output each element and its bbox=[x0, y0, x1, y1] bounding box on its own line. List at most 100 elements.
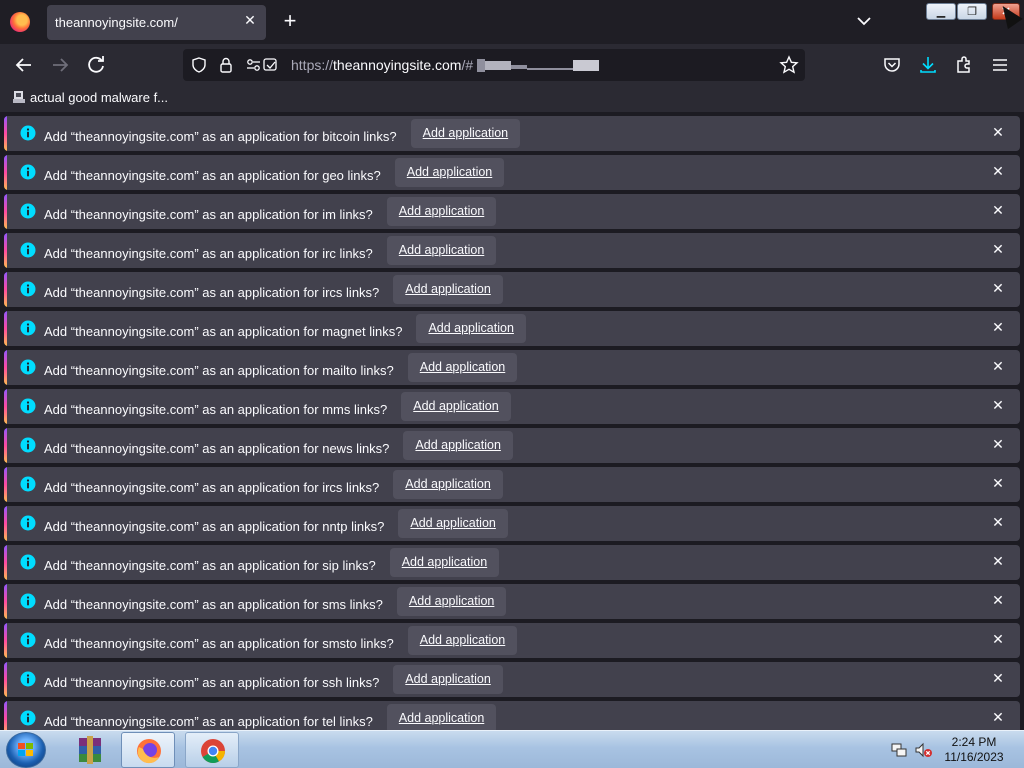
close-icon[interactable]: ✕ bbox=[990, 592, 1006, 610]
close-icon[interactable]: ✕ bbox=[990, 514, 1006, 532]
add-application-button[interactable]: Add application bbox=[386, 197, 497, 226]
pocket-icon[interactable] bbox=[882, 55, 902, 75]
hamburger-menu-icon[interactable] bbox=[990, 55, 1010, 75]
windows-flag-icon bbox=[18, 743, 33, 756]
back-arrow-icon[interactable] bbox=[12, 53, 36, 77]
notification-text: Add “theannoyingsite.com” as an applicat… bbox=[44, 158, 505, 187]
notification-message: Add “theannoyingsite.com” as an applicat… bbox=[44, 518, 385, 534]
notification-bar: Add “theannoyingsite.com” as an applicat… bbox=[4, 428, 1020, 463]
close-icon[interactable]: ✕ bbox=[990, 280, 1006, 298]
close-icon[interactable]: ✕ bbox=[990, 124, 1006, 142]
notification-text: Add “theannoyingsite.com” as an applicat… bbox=[44, 431, 513, 460]
taskbar-firefox[interactable] bbox=[121, 732, 175, 768]
notification-bar: Add “theannoyingsite.com” as an applicat… bbox=[4, 545, 1020, 580]
info-icon bbox=[20, 398, 36, 414]
chevron-down-icon[interactable] bbox=[856, 14, 872, 28]
close-icon[interactable]: ✕ bbox=[990, 397, 1006, 415]
add-application-button[interactable]: Add application bbox=[410, 119, 521, 148]
clock-date: 11/16/2023 bbox=[944, 750, 1004, 764]
add-application-button[interactable]: Add application bbox=[394, 158, 505, 187]
info-icon bbox=[20, 437, 36, 453]
notification-text: Add “theannoyingsite.com” as an applicat… bbox=[44, 665, 503, 694]
info-icon bbox=[20, 476, 36, 492]
notification-text: Add “theannoyingsite.com” as an applicat… bbox=[44, 275, 503, 304]
notification-bar: Add “theannoyingsite.com” as an applicat… bbox=[4, 662, 1020, 697]
url-text[interactable]: https://theannoyingsite.com/# bbox=[291, 57, 473, 73]
notification-bar: Add “theannoyingsite.com” as an applicat… bbox=[4, 233, 1020, 268]
tab-bar: theannoyingsite.com/ ✕ + ▁ ❐ ✕ bbox=[0, 0, 1024, 44]
add-application-button[interactable]: Add application bbox=[396, 587, 507, 616]
add-application-button[interactable]: Add application bbox=[416, 314, 526, 343]
close-icon[interactable]: ✕ bbox=[990, 436, 1006, 454]
start-button[interactable] bbox=[6, 732, 46, 768]
close-icon[interactable]: ✕ bbox=[990, 202, 1006, 220]
notification-text: Add “theannoyingsite.com” as an applicat… bbox=[44, 704, 497, 730]
extensions-icon[interactable] bbox=[954, 55, 974, 75]
add-application-button[interactable]: Add application bbox=[401, 392, 511, 421]
notification-message: Add “theannoyingsite.com” as an applicat… bbox=[44, 674, 380, 690]
notification-bar: Add “theannoyingsite.com” as an applicat… bbox=[4, 389, 1020, 424]
close-icon[interactable]: ✕ bbox=[990, 709, 1006, 727]
system-clock[interactable]: 2:24 PM 11/16/2023 bbox=[936, 735, 1012, 765]
volume-muted-icon[interactable] bbox=[915, 742, 933, 758]
notification-message: Add “theannoyingsite.com” as an applicat… bbox=[44, 206, 373, 222]
close-icon[interactable]: ✕ bbox=[990, 553, 1006, 571]
notification-text: Add “theannoyingsite.com” as an applicat… bbox=[44, 626, 518, 655]
notification-text: Add “theannoyingsite.com” as an applicat… bbox=[44, 509, 508, 538]
downloads-icon[interactable] bbox=[918, 55, 938, 75]
add-application-button[interactable]: Add application bbox=[393, 275, 503, 304]
add-application-button[interactable]: Add application bbox=[407, 626, 518, 655]
notification-text: Add “theannoyingsite.com” as an applicat… bbox=[44, 119, 521, 148]
lock-icon[interactable] bbox=[218, 57, 234, 73]
close-icon[interactable]: ✕ bbox=[990, 241, 1006, 259]
restore-button[interactable]: ❐ bbox=[957, 3, 987, 20]
add-application-button[interactable]: Add application bbox=[398, 509, 508, 538]
notification-message: Add “theannoyingsite.com” as an applicat… bbox=[44, 167, 381, 183]
notification-message: Add “theannoyingsite.com” as an applicat… bbox=[44, 323, 403, 339]
minimize-button[interactable]: ▁ bbox=[926, 3, 956, 20]
add-application-button[interactable]: Add application bbox=[386, 236, 497, 265]
add-application-button[interactable]: Add application bbox=[393, 665, 503, 694]
forward-arrow-icon[interactable] bbox=[48, 53, 72, 77]
notification-message: Add “theannoyingsite.com” as an applicat… bbox=[44, 440, 390, 456]
add-application-button[interactable]: Add application bbox=[386, 704, 497, 730]
tab-title: theannoyingsite.com/ bbox=[55, 15, 178, 30]
bookmark-star-icon[interactable] bbox=[779, 55, 799, 75]
taskbar-winrar[interactable] bbox=[63, 732, 117, 768]
notification-message: Add “theannoyingsite.com” as an applicat… bbox=[44, 596, 383, 612]
taskbar-chrome[interactable] bbox=[185, 732, 239, 768]
firefox-logo-icon[interactable] bbox=[10, 12, 30, 32]
add-application-button[interactable]: Add application bbox=[407, 353, 518, 382]
add-application-button[interactable]: Add application bbox=[403, 431, 513, 460]
notification-bar: Add “theannoyingsite.com” as an applicat… bbox=[4, 584, 1020, 619]
notification-message: Add “theannoyingsite.com” as an applicat… bbox=[44, 284, 380, 300]
add-application-button[interactable]: Add application bbox=[393, 470, 503, 499]
tab-close-icon[interactable]: ✕ bbox=[242, 12, 258, 32]
notification-message: Add “theannoyingsite.com” as an applicat… bbox=[44, 635, 394, 651]
notification-text: Add “theannoyingsite.com” as an applicat… bbox=[44, 470, 503, 499]
close-icon[interactable]: ✕ bbox=[990, 631, 1006, 649]
permissions-icon[interactable] bbox=[246, 57, 278, 73]
reload-icon[interactable] bbox=[84, 53, 108, 77]
add-application-button[interactable]: Add application bbox=[389, 548, 500, 577]
close-icon[interactable]: ✕ bbox=[990, 475, 1006, 493]
new-tab-button[interactable]: + bbox=[280, 10, 300, 32]
url-bar[interactable]: https://theannoyingsite.com/# bbox=[183, 49, 805, 81]
info-icon bbox=[20, 281, 36, 297]
info-icon bbox=[20, 359, 36, 375]
shield-icon[interactable] bbox=[191, 57, 207, 73]
close-icon[interactable]: ✕ bbox=[990, 163, 1006, 181]
close-icon[interactable]: ✕ bbox=[990, 319, 1006, 337]
tab-active[interactable]: theannoyingsite.com/ ✕ bbox=[47, 5, 266, 40]
bookmark-item[interactable]: actual good malware f... bbox=[12, 90, 168, 108]
url-prefix: https:// bbox=[291, 57, 334, 73]
bookmarks-toolbar: actual good malware f... bbox=[0, 86, 1024, 112]
info-icon bbox=[20, 515, 36, 531]
close-icon[interactable]: ✕ bbox=[990, 358, 1006, 376]
notification-bar: Add “theannoyingsite.com” as an applicat… bbox=[4, 116, 1020, 151]
notification-bar: Add “theannoyingsite.com” as an applicat… bbox=[4, 701, 1020, 730]
notification-message: Add “theannoyingsite.com” as an applicat… bbox=[44, 362, 394, 378]
network-icon[interactable] bbox=[891, 742, 907, 758]
close-icon[interactable]: ✕ bbox=[990, 670, 1006, 688]
notification-text: Add “theannoyingsite.com” as an applicat… bbox=[44, 392, 511, 421]
